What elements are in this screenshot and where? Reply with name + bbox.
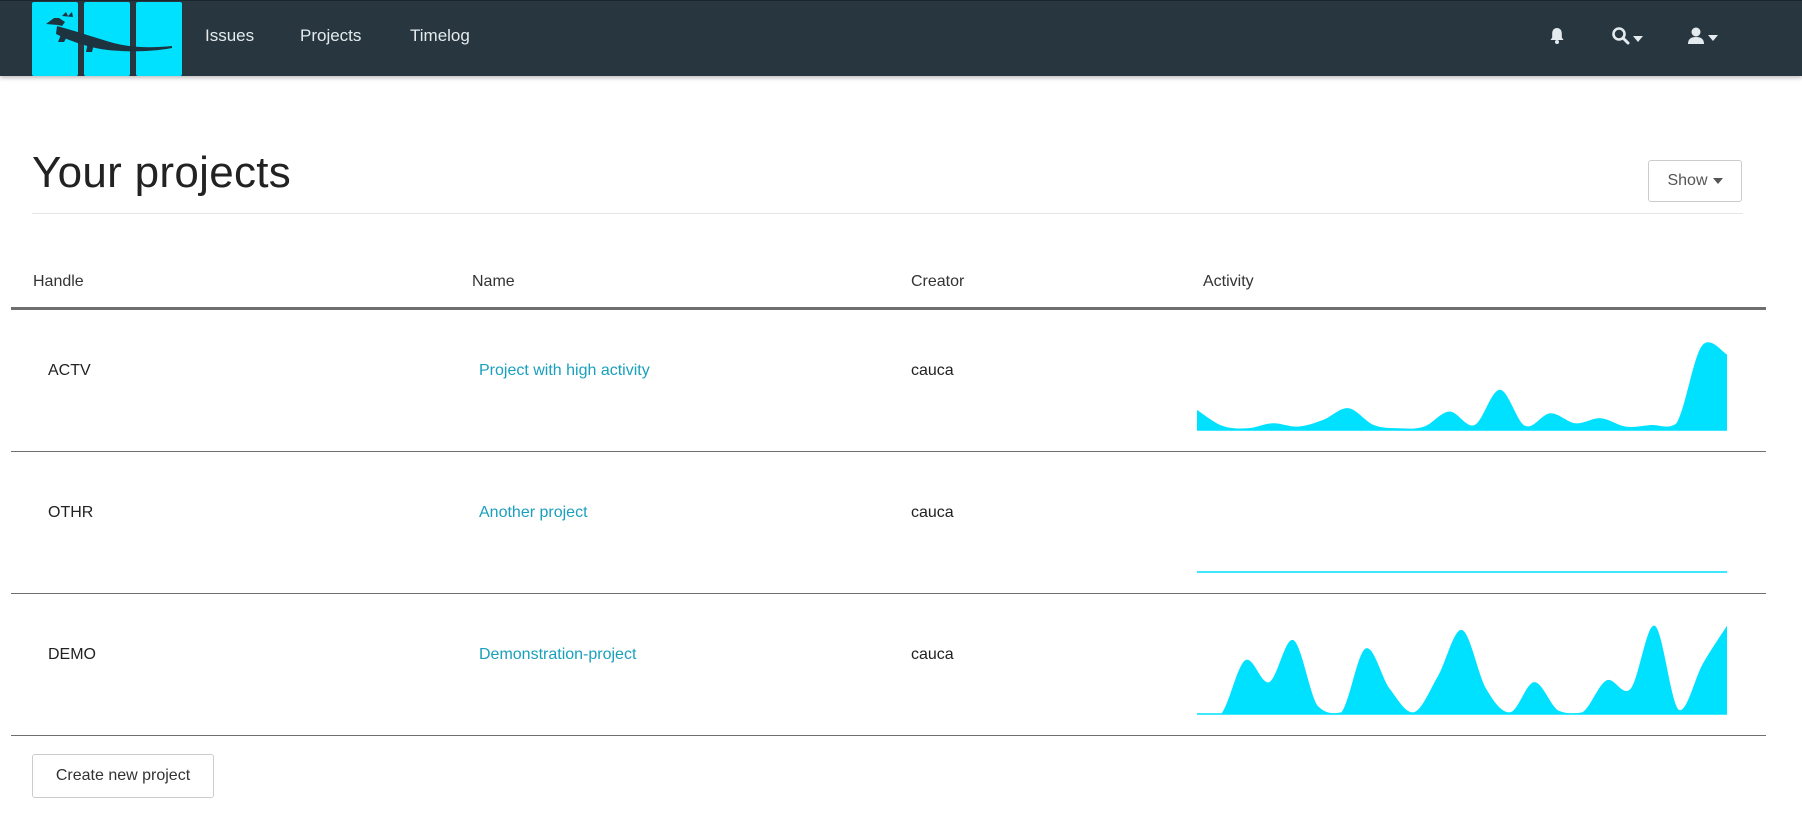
activity-sparkline (1197, 342, 1727, 431)
project-handle: DEMO (48, 646, 96, 663)
chevron-down-icon (1633, 36, 1643, 42)
search-menu-button[interactable] (1611, 23, 1644, 49)
nav-link-issues[interactable]: Issues (205, 26, 254, 46)
lizard-logo[interactable] (32, 2, 183, 76)
notifications-button[interactable] (1549, 23, 1565, 49)
column-header-handle: Handle (33, 273, 84, 290)
nav-link-projects[interactable]: Projects (300, 26, 361, 46)
nav-link-timelog[interactable]: Timelog (410, 26, 470, 46)
activity-area (1197, 625, 1727, 714)
project-name-link[interactable]: Demonstration-project (479, 646, 636, 664)
search-icon (1612, 27, 1630, 45)
show-button-label: Show (1667, 172, 1708, 189)
show-dropdown-button[interactable]: Show (1648, 160, 1742, 202)
column-header-activity: Activity (1203, 273, 1254, 290)
table-row: ACTV Project with high activity cauca (11, 310, 1766, 452)
table-row: OTHR Another project cauca (11, 452, 1766, 594)
table-row: DEMO Demonstration-project cauca (11, 594, 1766, 736)
project-creator: cauca (911, 504, 954, 521)
project-handle: OTHR (48, 504, 94, 521)
activity-sparkline (1197, 571, 1727, 573)
column-header-name: Name (472, 273, 515, 290)
activity-area (1197, 342, 1727, 430)
caret-down-icon (1712, 178, 1723, 184)
page-title: Your projects (32, 148, 292, 197)
chevron-down-icon (1708, 35, 1718, 41)
project-name-link[interactable]: Another project (479, 504, 588, 522)
project-name-link[interactable]: Project with high activity (479, 362, 650, 380)
project-creator: cauca (911, 362, 954, 379)
user-icon (1688, 27, 1704, 44)
project-handle: ACTV (48, 362, 91, 379)
create-new-project-button[interactable]: Create new project (32, 754, 214, 798)
title-divider (32, 213, 1743, 214)
top-navbar: Issues Projects Timelog (0, 0, 1802, 76)
column-header-creator: Creator (911, 273, 965, 290)
project-creator: cauca (911, 646, 954, 663)
user-menu-button[interactable] (1687, 23, 1719, 49)
bell-icon (1550, 28, 1564, 44)
activity-sparkline (1197, 625, 1727, 715)
